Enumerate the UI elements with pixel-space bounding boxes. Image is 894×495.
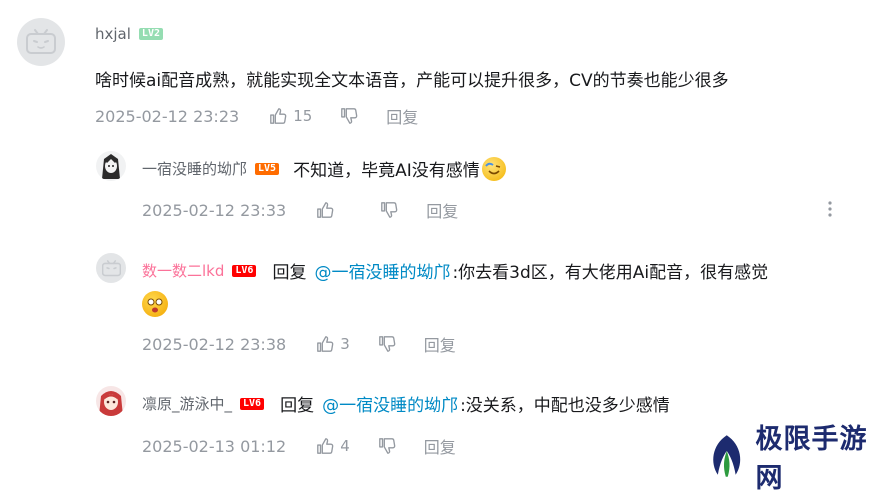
reply-prefix: 回复	[280, 391, 314, 416]
comment-text: 啥时候ai配音成熟，就能实现全文本语音，产能可以提升很多，CV的节奏也能少很多	[95, 66, 729, 91]
avatar[interactable]	[96, 151, 126, 181]
more-icon[interactable]	[826, 199, 834, 219]
dislike-button[interactable]	[378, 437, 396, 455]
bili-tv-icon	[102, 260, 121, 277]
dislike-button[interactable]	[340, 107, 358, 125]
face-emoji-icon	[142, 291, 168, 317]
username[interactable]: 凛原_游泳中_	[142, 393, 232, 414]
watermark-logo-icon	[704, 433, 750, 479]
level-badge: LV5	[255, 163, 279, 175]
avatar[interactable]	[17, 18, 65, 66]
comment-meta: 2025-02-12 23:23 15 回复	[95, 104, 418, 128]
like-button[interactable]	[316, 201, 340, 219]
like-count: 15	[293, 107, 312, 125]
reply-meta: 2025-02-12 23:38 3 回复	[142, 332, 456, 356]
face-emoji-icon	[482, 157, 506, 181]
username[interactable]: hxjal	[95, 25, 131, 43]
reply-meta: 2025-02-12 23:33 回复	[142, 198, 458, 222]
avatar[interactable]	[96, 253, 126, 283]
thumb-up-icon	[316, 437, 334, 455]
watermark: 极限手游网	[704, 417, 894, 495]
reply-prefix: 回复	[272, 258, 306, 283]
level-badge: LV6	[240, 398, 264, 410]
mention-link[interactable]: @一宿没睡的坳邝	[314, 258, 450, 283]
like-button[interactable]: 15	[269, 107, 312, 125]
username[interactable]: 一宿没睡的坳邝	[142, 158, 247, 179]
reply-text: :你去看3d区，有大佬用Ai配音，很有感觉	[452, 258, 768, 283]
dislike-button[interactable]	[380, 201, 398, 219]
like-count: 4	[340, 437, 350, 455]
timestamp: 2025-02-12 23:33	[142, 201, 286, 220]
timestamp: 2025-02-13 01:12	[142, 437, 286, 456]
reply-button[interactable]: 回复	[424, 332, 456, 356]
reply-text: :没关系，中配也没多少感情	[460, 391, 670, 416]
username[interactable]: 数一数二lkd	[142, 260, 224, 281]
like-button[interactable]: 4	[316, 437, 350, 455]
anime-avatar-icon	[96, 386, 126, 416]
thumb-up-icon	[316, 335, 334, 353]
timestamp: 2025-02-12 23:38	[142, 335, 286, 354]
thumb-down-icon	[378, 335, 396, 353]
reply-text: 不知道，毕竟AI没有感情	[293, 156, 480, 181]
timestamp: 2025-02-12 23:23	[95, 107, 239, 126]
reply-button[interactable]: 回复	[386, 104, 418, 128]
dislike-button[interactable]	[378, 335, 396, 353]
thumb-down-icon	[380, 201, 398, 219]
level-badge: LV2	[139, 28, 163, 40]
like-count: 3	[340, 335, 350, 353]
level-badge: LV6	[232, 265, 256, 277]
avatar[interactable]	[96, 386, 126, 416]
anime-avatar-icon	[96, 151, 126, 181]
mention-link[interactable]: @一宿没睡的坳邝	[322, 391, 458, 416]
thumb-down-icon	[340, 107, 358, 125]
thumb-up-icon	[269, 107, 287, 125]
reply-button[interactable]: 回复	[424, 434, 456, 458]
thumb-down-icon	[378, 437, 396, 455]
bili-tv-icon	[26, 29, 56, 55]
like-button[interactable]: 3	[316, 335, 350, 353]
reply-meta: 2025-02-13 01:12 4 回复	[142, 434, 456, 458]
thumb-up-icon	[316, 201, 334, 219]
watermark-text: 极限手游网	[756, 417, 894, 495]
reply-button[interactable]: 回复	[426, 198, 458, 222]
